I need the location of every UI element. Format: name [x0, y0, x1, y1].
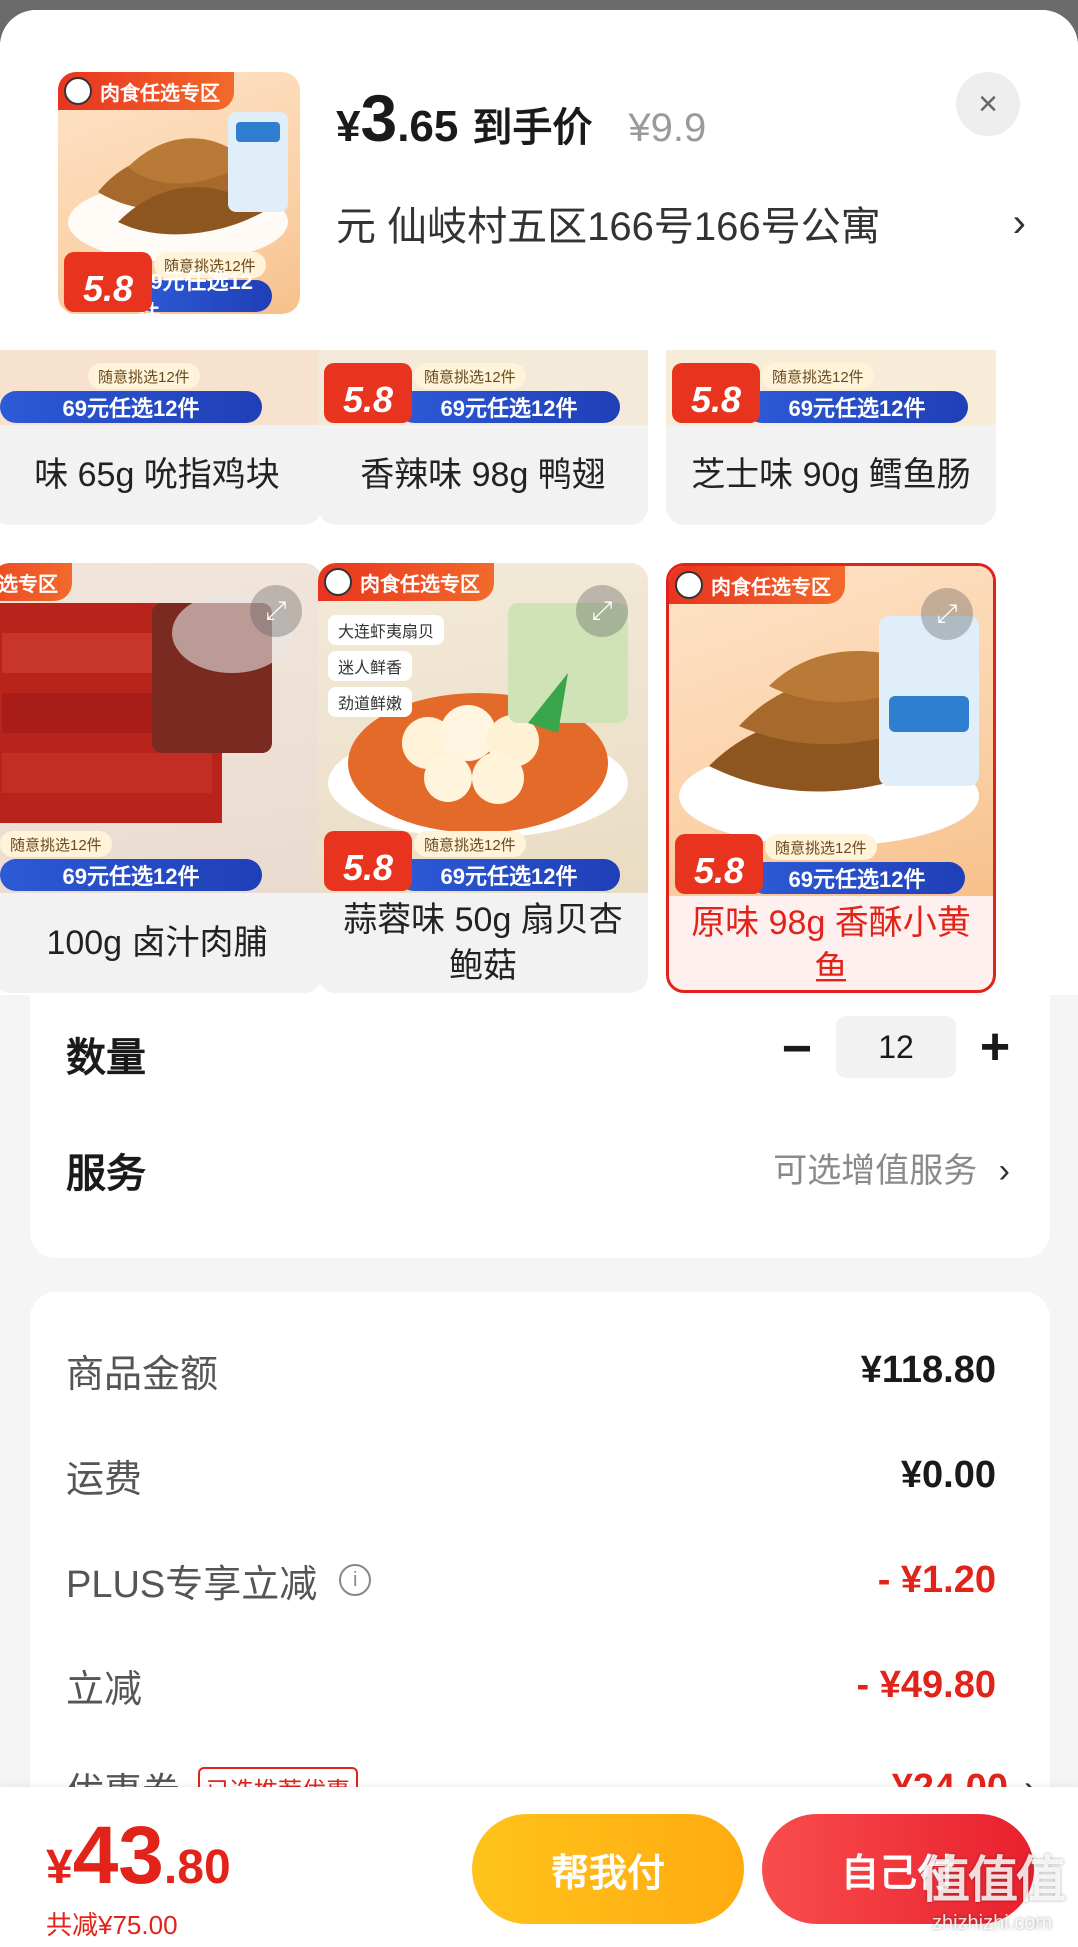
promo-top-label: 随意挑选12件 [414, 831, 526, 857]
total-decimal: .80 [163, 1841, 231, 1894]
goods-amount-label: 商品金额 [66, 1353, 219, 1396]
close-button[interactable]: × [956, 72, 1020, 136]
product-label: 香辣味 98g 鸭翅 [360, 456, 606, 494]
discount-label: 立减 [66, 1668, 143, 1711]
zone-tag-label: 肉食任选专区 [711, 576, 831, 599]
feature-label: 劲道鲜嫩 [328, 687, 413, 717]
product-card[interactable]: 随意挑选12件 69元任选12件 味 65g 吮指鸡块 [0, 350, 322, 525]
watermark-url: zhizhizhi.com [931, 1912, 1053, 1934]
product-label: 味 65g 吮指鸡块 [34, 456, 280, 494]
watermark-logo: 值值值 [920, 1852, 1066, 1908]
promo-top-label: 随意挑选12件 [765, 834, 877, 860]
product-card-selected[interactable]: 肉食任选专区 ⤢ 随意挑选12件 69元任选12件 5.8 原味 98g 香酥小… [666, 563, 996, 993]
promo-top-label: 随意挑选12件 [414, 363, 526, 389]
plus-icon[interactable]: + [970, 1017, 1020, 1077]
promo-badge: 5.8 [675, 834, 763, 894]
service-value: 可选增值服务 [773, 1152, 978, 1190]
promo-bar-label: 69元任选12件 [398, 859, 620, 891]
chevron-right-icon: › [998, 1152, 1010, 1190]
promo-bar-label: 69元任选12件 [138, 269, 272, 314]
help-pay-button[interactable]: 帮我付 [472, 1814, 744, 1924]
promo-bar-label: 69元任选12件 [398, 391, 620, 423]
plus-discount-label: PLUS专享立减 [66, 1563, 318, 1606]
minus-icon[interactable]: − [772, 1019, 822, 1079]
product-label: 原味 98g 香酥小黄鱼 [691, 904, 971, 988]
product-card[interactable]: 随意挑选12件 69元任选12件 5.8 芝士味 90g 鳕鱼肠 [666, 350, 996, 525]
promo-top-label: 随意挑选12件 [762, 363, 874, 389]
promo-bar-label: 69元任选12件 [0, 859, 262, 891]
promo-strip: 随意挑选12件 69元任选12件 [0, 825, 322, 893]
promo-bar-label: 69元任选12件 [749, 862, 965, 894]
promo-bar-label: 69元任选12件 [0, 391, 262, 423]
price-decimal: .65 [397, 102, 459, 151]
service-selector[interactable]: 可选增值服务 › [773, 1143, 1010, 1192]
feature-label: 大连虾夷扇贝 [328, 615, 445, 645]
brand-logo-icon [324, 568, 352, 596]
expand-icon[interactable]: ⤢ [250, 585, 302, 637]
zone-tag: 肉食任选专区 [318, 563, 494, 601]
close-icon: × [978, 84, 998, 123]
promo-strip: 随意挑选12件 69元任选12件 5.8 [666, 357, 996, 425]
product-thumbnail[interactable]: 肉食任选专区 随意挑选12件 69元任选12件 5.8 [58, 72, 300, 314]
price-integer: 3 [360, 81, 398, 155]
product-label: 蒜蓉味 50g 扇贝杏鲍菇 [343, 901, 623, 985]
sheet-header: 肉食任选专区 随意挑选12件 69元任选12件 5.8 ¥ 3 .65 到手价 … [0, 10, 1078, 350]
address-row[interactable]: 元 仙岐村五区166号166号公寓 › [336, 194, 1026, 252]
goods-amount-value: ¥118.80 [860, 1348, 996, 1391]
expand-icon[interactable]: ⤢ [576, 585, 628, 637]
zone-tag: 肉食任选专区 [0, 563, 72, 601]
chevron-right-icon: › [1012, 200, 1026, 245]
expand-icon[interactable]: ⤢ [921, 588, 973, 640]
watermark: 值值值 zhizhizhi.com [920, 1840, 1066, 1935]
price-symbol: ¥ [336, 102, 361, 151]
promo-top-label: 随意挑选12件 [0, 831, 112, 857]
checkout-sheet: 肉食任选专区 随意挑选12件 69元任选12件 5.8 ¥ 3 .65 到手价 … [0, 10, 1078, 1947]
plus-discount-row: PLUS专享立减 i - ¥1.20 [66, 1550, 996, 1610]
original-price: ¥9.9 [628, 106, 707, 150]
promo-badge: 5.8 [324, 363, 412, 423]
total-price: ¥ 43 .80 [46, 1809, 231, 1903]
total-integer: 43 [72, 1810, 164, 1901]
product-card[interactable]: 随意挑选12件 69元任选12件 5.8 香辣味 98g 鸭翅 [318, 350, 648, 525]
product-label: 芝士味 90g 鳕鱼肠 [691, 456, 971, 494]
feature-label: 迷人鲜香 [328, 651, 413, 681]
discount-row: 立减 - ¥49.80 [66, 1655, 996, 1715]
plus-discount-value: - ¥1.20 [877, 1558, 996, 1601]
quantity-label: 数量 [66, 1036, 146, 1080]
bottom-bar: ¥ 43 .80 共减¥75.00 帮我付 自己付 [0, 1787, 1078, 1947]
options-panel: 数量 − 12 + 服务 可选增值服务 › [30, 995, 1050, 1258]
product-label: 100g 卤汁肉脯 [46, 924, 268, 962]
address-text: 元 仙岐村五区166号166号公寓 [336, 205, 881, 249]
total-symbol: ¥ [46, 1841, 73, 1894]
discount-value: - ¥49.80 [856, 1663, 996, 1706]
brand-logo-icon [675, 571, 703, 599]
total-savings: 共减¥75.00 [46, 1910, 178, 1940]
product-grid: 随意挑选12件 69元任选12件 味 65g 吮指鸡块 随意挑选12件 69元任… [0, 350, 1078, 995]
promo-strip: 随意挑选12件 69元任选12件 5.8 [669, 828, 993, 896]
shipping-value: ¥0.00 [900, 1453, 996, 1496]
price-row: ¥ 3 .65 到手价 ¥9.9 [336, 80, 706, 156]
promo-strip: 随意挑选12件 69元任选12件 [0, 357, 322, 425]
promo-badge: 5.8 [672, 363, 760, 423]
goods-amount-row: 商品金额 ¥118.80 [66, 1340, 996, 1400]
promo-bar-label: 69元任选12件 [746, 391, 968, 423]
promo-strip: 随意挑选12件 69元任选12件 5.8 [318, 357, 648, 425]
service-label: 服务 [66, 1152, 146, 1196]
shipping-label: 运费 [66, 1458, 143, 1501]
product-card[interactable]: 肉食任选专区 ⤢ 随意挑选12件 69元任选12件 100g 卤汁肉脯 [0, 563, 322, 993]
zone-tag: 肉食任选专区 [669, 566, 845, 604]
quantity-input[interactable]: 12 [836, 1016, 956, 1078]
promo-strip: 随意挑选12件 69元任选12件 5.8 [318, 825, 648, 893]
promo-strip: 随意挑选12件 69元任选12件 5.8 [58, 246, 300, 314]
promo-badge: 5.8 [64, 252, 152, 312]
product-card[interactable]: 肉食任选专区 ⤢ 大连虾夷扇贝 迷人鲜香 劲道鲜嫩 随意挑选12件 69元任选1… [318, 563, 648, 993]
price-tag-label: 到手价 [472, 106, 593, 150]
zone-tag-label: 肉食任选专区 [0, 573, 58, 596]
zone-tag-label: 肉食任选专区 [360, 573, 480, 596]
promo-badge: 5.8 [324, 831, 412, 891]
info-icon[interactable]: i [339, 1564, 372, 1596]
promo-top-label: 随意挑选12件 [88, 363, 200, 389]
shipping-row: 运费 ¥0.00 [66, 1445, 996, 1505]
